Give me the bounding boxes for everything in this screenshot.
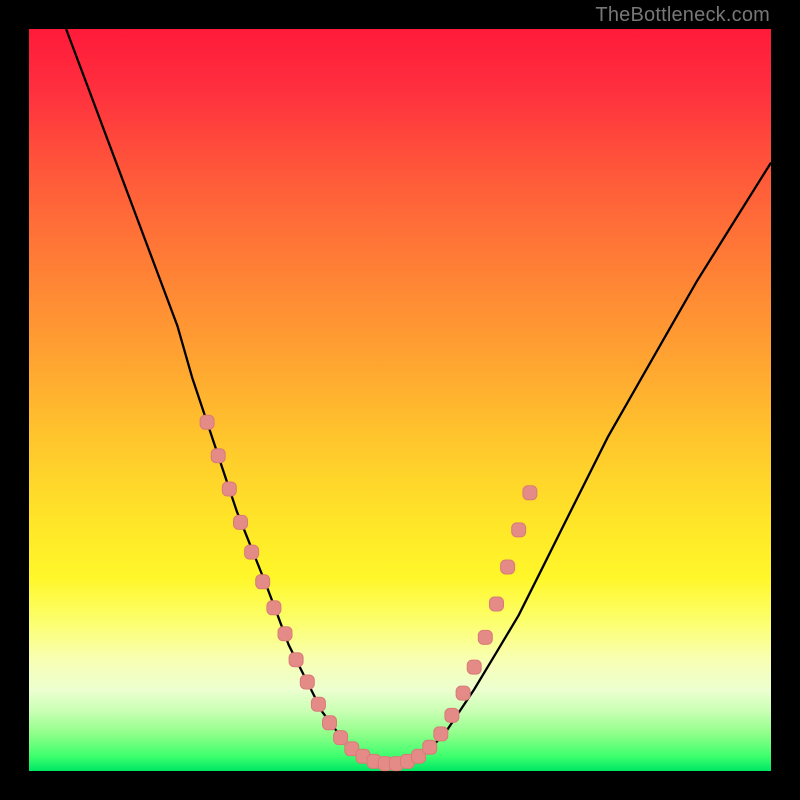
marker-dot bbox=[467, 660, 481, 674]
marker-dot bbox=[222, 482, 236, 496]
marker-dot bbox=[267, 601, 281, 615]
marker-dot bbox=[211, 449, 225, 463]
marker-dot bbox=[512, 523, 526, 537]
marker-dot bbox=[423, 740, 437, 754]
watermark-text: TheBottleneck.com bbox=[595, 4, 770, 27]
marker-dot bbox=[245, 545, 259, 559]
marker-dot bbox=[478, 630, 492, 644]
marker-dot bbox=[289, 653, 303, 667]
marker-dot bbox=[334, 731, 348, 745]
marker-dot bbox=[256, 575, 270, 589]
marker-dot bbox=[523, 486, 537, 500]
highlight-markers bbox=[200, 415, 537, 770]
marker-dot bbox=[311, 697, 325, 711]
chart-frame: TheBottleneck.com bbox=[0, 0, 800, 800]
marker-dot bbox=[501, 560, 515, 574]
bottleneck-curve bbox=[66, 29, 771, 764]
chart-svg bbox=[29, 29, 771, 771]
marker-dot bbox=[278, 627, 292, 641]
marker-dot bbox=[300, 675, 314, 689]
marker-dot bbox=[434, 727, 448, 741]
marker-dot bbox=[323, 716, 337, 730]
marker-dot bbox=[445, 708, 459, 722]
marker-dot bbox=[200, 415, 214, 429]
marker-dot bbox=[456, 686, 470, 700]
marker-dot bbox=[490, 597, 504, 611]
marker-dot bbox=[234, 515, 248, 529]
plot-area bbox=[29, 29, 771, 771]
